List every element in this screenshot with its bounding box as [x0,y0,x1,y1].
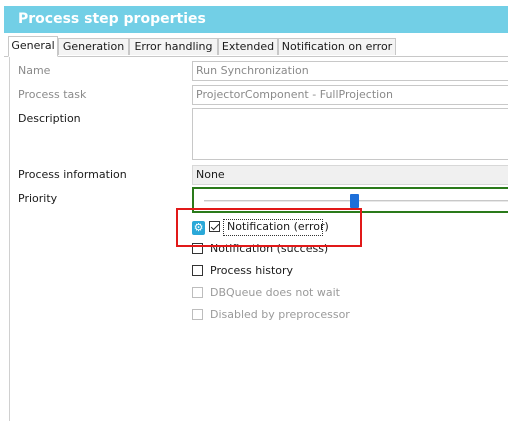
notification-success-checkbox[interactable] [192,243,203,254]
name-label: Name [18,64,51,77]
gear-icon[interactable]: ⚙ [192,221,205,235]
disabled-by-preprocessor-label: Disabled by preprocessor [210,308,350,321]
tab-general[interactable]: General [8,36,58,57]
slider-thumb[interactable] [350,194,359,208]
process-task-label: Process task [18,88,87,101]
tab-notification-on-error[interactable]: Notification on error [278,38,396,55]
general-panel: Name Run Synchronization Process task Pr… [9,57,508,421]
tab-error-handling[interactable]: Error handling [129,38,218,55]
window-title: Process step properties [18,11,206,27]
process-task-field[interactable]: ProjectorComponent - FullProjection [192,85,508,105]
description-field[interactable] [192,108,508,160]
priority-slider[interactable] [192,187,508,213]
tab-generation[interactable]: Generation [58,38,129,55]
process-information-label: Process information [18,168,127,181]
notification-success-label: Notification (success) [210,242,329,255]
dbqueue-checkbox [192,287,203,298]
focus-rectangle [223,219,323,236]
name-field[interactable]: Run Synchronization [192,61,508,81]
disabled-by-preprocessor-checkbox [192,309,203,320]
title-bar: Process step properties [4,6,508,33]
dbqueue-label: DBQueue does not wait [210,286,340,299]
process-history-checkbox[interactable] [192,265,203,276]
tab-extended[interactable]: Extended [218,38,278,55]
notification-error-checkbox[interactable] [209,221,220,232]
process-history-label: Process history [210,264,294,277]
tab-strip: General Generation Error handling Extend… [4,36,508,57]
priority-label: Priority [18,192,58,205]
description-label: Description [18,112,81,125]
process-information-select[interactable]: None [192,165,508,185]
